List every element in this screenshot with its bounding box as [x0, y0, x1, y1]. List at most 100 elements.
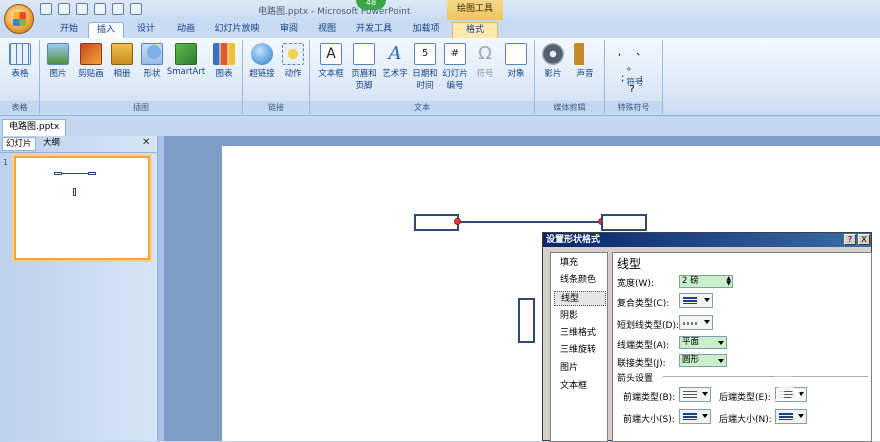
tab-addins[interactable]: 加载项: [404, 22, 448, 38]
office-button[interactable]: [4, 4, 34, 34]
tab-slideshow[interactable]: 幻灯片放映: [208, 22, 266, 38]
superscript-icon[interactable]: [112, 3, 124, 15]
join-type-dropdown[interactable]: 圆形: [679, 354, 727, 367]
category-textbox[interactable]: 文本框: [554, 379, 606, 394]
group-label-illustrations: 插图: [40, 101, 242, 114]
document-tab[interactable]: 电路图.pptx: [2, 119, 67, 136]
table-icon: [9, 43, 31, 65]
tab-slides[interactable]: 幻灯片: [2, 137, 36, 151]
table-button[interactable]: 表格: [6, 43, 34, 79]
chart-button[interactable]: 图表: [210, 43, 238, 79]
group-label-text: 文本: [310, 101, 534, 114]
dialog-title: 设置形状格式: [543, 233, 871, 247]
special-symbol-button[interactable]: 符号: [613, 76, 657, 88]
thumb-rect-right: [88, 172, 96, 175]
category-line-color[interactable]: 线条颜色: [554, 273, 606, 288]
join-type-label: 联接类型(J):: [617, 359, 666, 369]
tab-view[interactable]: 视图: [310, 22, 344, 38]
action-label: 动作: [284, 69, 302, 79]
smartart-button[interactable]: SmartArt: [166, 43, 206, 77]
category-3d-format[interactable]: 三维格式: [554, 326, 606, 341]
subscript-icon[interactable]: [130, 3, 142, 15]
group-tables: 表格 表格: [0, 40, 40, 114]
help-button[interactable]: ?: [844, 234, 856, 245]
tab-review[interactable]: 审阅: [272, 22, 306, 38]
ribbon-tabs: 开始 插入 设计 动画 幻灯片放映 审阅 视图 开发工具 加载项 格式: [0, 20, 880, 38]
clipart-icon: [80, 43, 102, 65]
thumb-wire: [62, 173, 88, 174]
save-icon[interactable]: [40, 3, 52, 15]
category-shadow[interactable]: 阴影: [554, 309, 606, 324]
width-spinner[interactable]: 2 磅 ▲ ▼: [679, 275, 733, 288]
slide-number-button[interactable]: # 幻灯片 编号: [440, 43, 470, 91]
close-button[interactable]: X: [858, 234, 870, 245]
group-illustrations: 图片 剪贴画 相册 形状 SmartArt 图表 插图: [40, 40, 243, 114]
sound-button[interactable]: 声音: [571, 43, 599, 79]
slide-thumbnail[interactable]: [14, 156, 150, 260]
chevron-down-icon: [718, 359, 724, 363]
shapes-button[interactable]: 形状: [138, 43, 166, 79]
object-icon: [505, 43, 527, 65]
tab-format[interactable]: 格式: [452, 22, 498, 38]
category-line-style[interactable]: 线型: [554, 291, 606, 306]
special-symbol-label: 符号: [626, 78, 644, 88]
begin-size-label: 前端大小(S):: [623, 415, 675, 425]
category-fill[interactable]: 填充: [554, 256, 606, 271]
textbox-icon: A: [320, 43, 342, 65]
tab-developer[interactable]: 开发工具: [350, 22, 398, 38]
spinner-arrows-icon[interactable]: ▲ ▼: [726, 276, 731, 287]
circuit-component-vertical[interactable]: [518, 298, 535, 343]
category-picture[interactable]: 图片: [554, 361, 606, 376]
circuit-wire[interactable]: [459, 221, 601, 223]
object-button[interactable]: 对象: [502, 43, 530, 79]
tab-outline[interactable]: 大纲: [40, 137, 63, 151]
end-type-label: 后端类型(E):: [719, 393, 771, 403]
category-3d-rotation[interactable]: 三维旋转: [554, 343, 606, 358]
sound-label: 声音: [576, 69, 594, 79]
begin-type-dropdown[interactable]: [679, 387, 711, 402]
picture-button[interactable]: 图片: [44, 43, 72, 79]
end-size-label: 后端大小(N):: [719, 415, 772, 425]
movie-button[interactable]: 影片: [539, 43, 567, 79]
close-pane-icon[interactable]: ✕: [142, 137, 154, 149]
circuit-component-right[interactable]: [601, 214, 647, 231]
datetime-button[interactable]: 5 日期和 时间: [410, 43, 440, 91]
symbol-button[interactable]: Ω 符号: [472, 43, 498, 79]
tab-home[interactable]: 开始: [52, 22, 86, 38]
symbol-label: 符号: [476, 69, 494, 79]
thumb-rect-vertical: [73, 188, 76, 196]
compound-type-dropdown[interactable]: [679, 293, 713, 308]
omega-icon: Ω: [478, 43, 492, 64]
redo-icon[interactable]: [76, 3, 88, 15]
globe-link-icon: [251, 43, 273, 65]
album-button[interactable]: 相册: [108, 43, 136, 79]
document-tab-bar: 电路图.pptx: [0, 116, 880, 136]
tab-insert[interactable]: 插入: [88, 22, 124, 38]
undo-icon[interactable]: [58, 3, 70, 15]
dash-type-dropdown[interactable]: [679, 315, 713, 330]
connector-handle-start[interactable]: [454, 218, 461, 225]
dialog-title-text: 设置形状格式: [546, 235, 601, 245]
slide-number-icon: #: [444, 43, 466, 65]
textbox-button[interactable]: A 文本框: [314, 43, 348, 79]
hyperlink-button[interactable]: 超链接: [246, 43, 278, 79]
clipart-button[interactable]: 剪贴画: [74, 43, 108, 79]
wordart-button[interactable]: A 艺术字: [380, 43, 410, 79]
cap-type-dropdown[interactable]: 平面: [679, 336, 727, 349]
header-footer-button[interactable]: 页眉和 页脚: [348, 43, 380, 91]
begin-type-label: 前端类型(B):: [623, 393, 676, 403]
hyperlink-label: 超链接: [249, 69, 275, 79]
title-bar: 电路图.pptx - Microsoft PowerPoint 48 绘图工具: [0, 0, 880, 20]
album-label: 相册: [113, 69, 131, 79]
table-label: 表格: [11, 69, 29, 79]
print-preview-icon[interactable]: [94, 3, 106, 15]
tab-animation[interactable]: 动画: [168, 22, 204, 38]
chevron-down-icon: [704, 298, 710, 302]
action-button[interactable]: 动作: [279, 43, 307, 79]
begin-size-dropdown[interactable]: [679, 409, 711, 424]
tab-design[interactable]: 设计: [128, 22, 164, 38]
width-value: 2 磅: [682, 276, 699, 286]
group-label-media: 媒体剪辑: [535, 101, 604, 114]
picture-label: 图片: [49, 69, 67, 79]
circuit-component-left[interactable]: [414, 214, 459, 231]
